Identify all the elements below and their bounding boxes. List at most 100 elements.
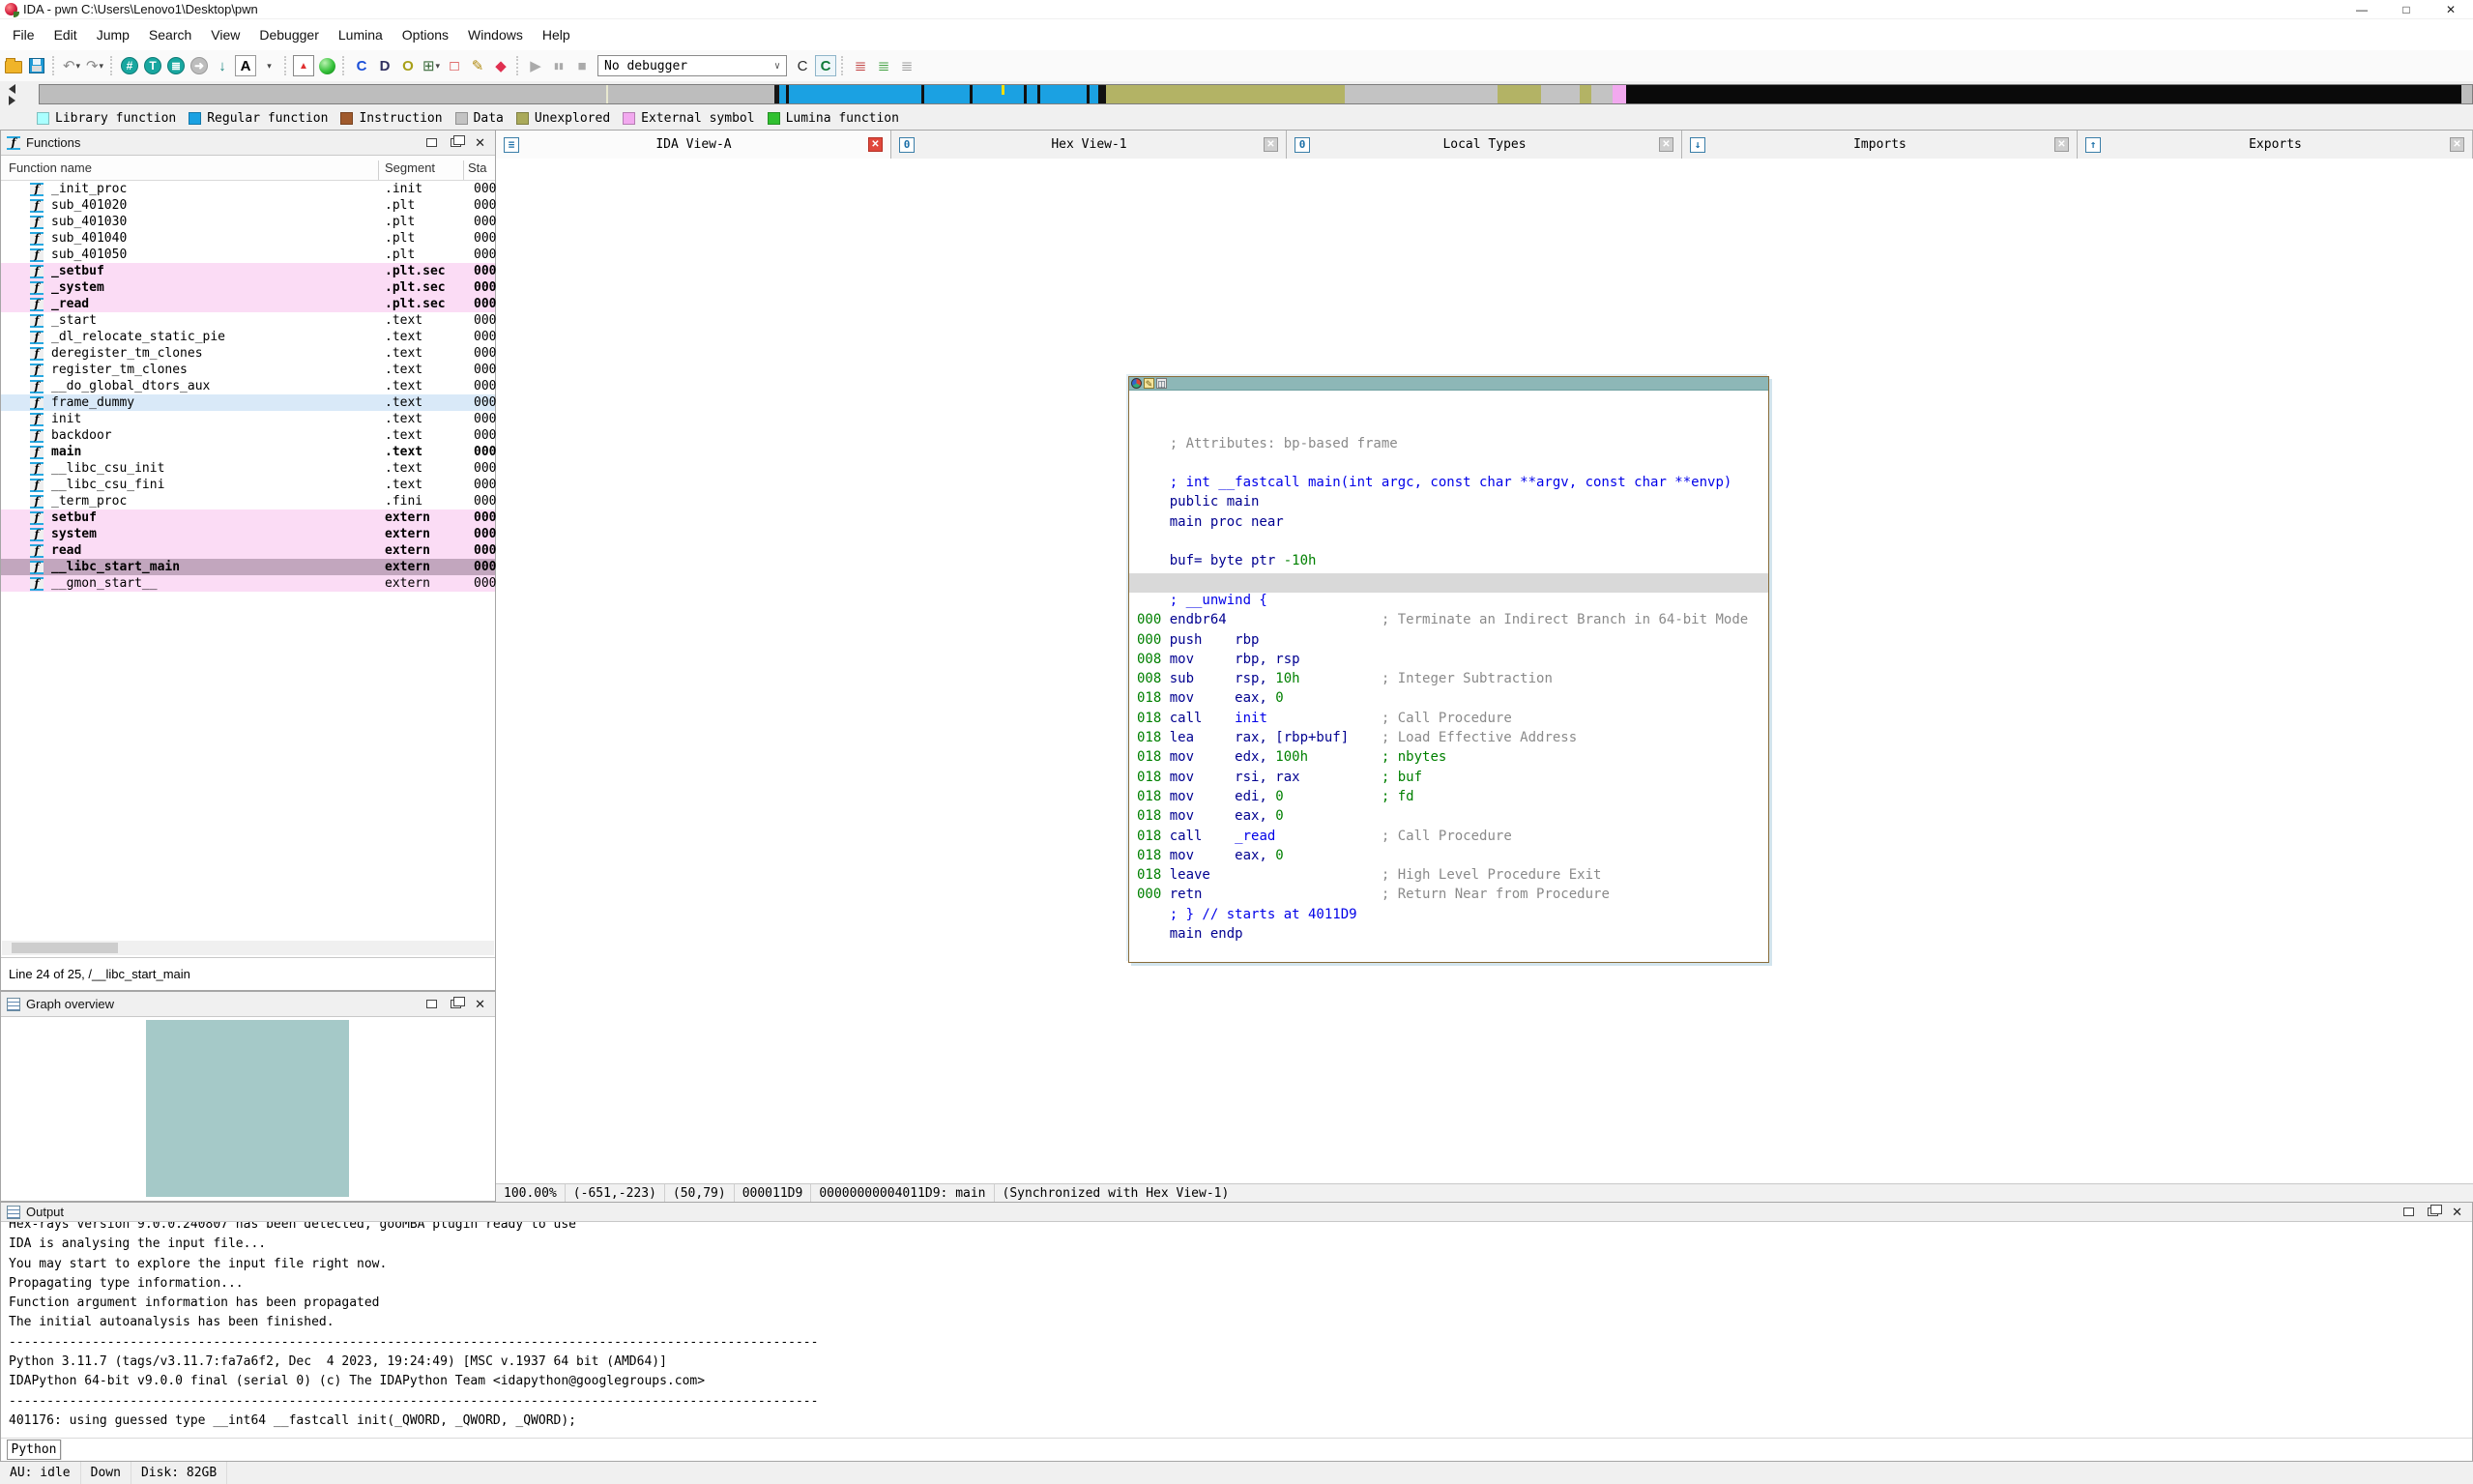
functions-panel-header[interactable]: f Functions ✕ bbox=[1, 131, 495, 156]
menu-item-view[interactable]: View bbox=[201, 21, 249, 48]
rename-button[interactable]: ✎ bbox=[467, 55, 488, 76]
disassembly-line[interactable]: 000 endbr64 ; Terminate an Indirect Bran… bbox=[1137, 612, 1768, 631]
disassembly-listing[interactable]: ; Attributes: bp-based frame ; int __fas… bbox=[1129, 391, 1768, 962]
function-row[interactable]: fsetbufextern000 bbox=[1, 509, 495, 526]
navband-scroll-arrows[interactable] bbox=[6, 83, 21, 106]
disassembly-line[interactable]: 018 call _read ; Call Procedure bbox=[1137, 829, 1768, 848]
tab-close-icon[interactable]: ✕ bbox=[2054, 137, 2069, 152]
color-wheel-icon[interactable] bbox=[1131, 378, 1142, 389]
disassembly-line[interactable]: 000 retn ; Return Near from Procedure bbox=[1137, 887, 1768, 906]
function-row[interactable]: freadextern000 bbox=[1, 542, 495, 559]
scrollbar-thumb[interactable] bbox=[12, 943, 118, 953]
menu-item-windows[interactable]: Windows bbox=[458, 21, 533, 48]
redo-button[interactable]: ↷▾ bbox=[84, 55, 105, 76]
menu-item-file[interactable]: File bbox=[3, 21, 44, 48]
open-file-button[interactable] bbox=[3, 55, 24, 76]
create-function-button[interactable]: C bbox=[351, 55, 372, 76]
menu-item-search[interactable]: Search bbox=[139, 21, 201, 48]
window-list-button-1[interactable]: ≣ bbox=[850, 55, 871, 76]
debugger-stop-button[interactable]: ■ bbox=[571, 55, 593, 76]
function-row[interactable]: f_init_proc.init0000 bbox=[1, 181, 495, 197]
function-row[interactable]: f_system.plt.sec000 bbox=[1, 279, 495, 296]
debugger-pause-button[interactable]: ▮▮ bbox=[548, 55, 569, 76]
disassembly-line[interactable]: ; int __fastcall main(int argc, const ch… bbox=[1137, 475, 1768, 494]
function-row[interactable]: f_start.text0000 bbox=[1, 312, 495, 329]
float-icon[interactable] bbox=[451, 1000, 461, 1008]
disassembly-line[interactable]: 018 call init ; Call Procedure bbox=[1137, 711, 1768, 730]
struct-button[interactable]: O bbox=[397, 55, 419, 76]
graph-overview-viewport[interactable] bbox=[146, 1020, 349, 1197]
function-row[interactable]: f_setbuf.plt.sec000 bbox=[1, 263, 495, 279]
disassembly-line[interactable]: 018 mov eax, 0 bbox=[1137, 808, 1768, 828]
patch-button[interactable]: ◆ bbox=[490, 55, 511, 76]
disassembly-line[interactable] bbox=[1137, 416, 1768, 435]
debugger-start-button[interactable]: ▶ bbox=[525, 55, 546, 76]
functions-column-header[interactable]: Function name Segment Sta bbox=[1, 156, 495, 181]
edit-icon[interactable]: ✎ bbox=[1144, 378, 1154, 389]
disassembly-window-titlebar[interactable]: ✎ ◫ bbox=[1129, 377, 1768, 391]
disassembly-line[interactable]: 018 mov eax, 0 bbox=[1137, 690, 1768, 710]
save-button[interactable] bbox=[26, 55, 47, 76]
tab-python-cli[interactable]: Python bbox=[7, 1440, 61, 1460]
menu-item-edit[interactable]: Edit bbox=[44, 21, 87, 48]
function-row[interactable]: fmain.text000 bbox=[1, 444, 495, 460]
restore-icon[interactable] bbox=[426, 138, 437, 147]
disassembly-line[interactable]: 018 leave ; High Level Procedure Exit bbox=[1137, 867, 1768, 887]
menu-item-help[interactable]: Help bbox=[533, 21, 580, 48]
grid-button[interactable]: ⊞▾ bbox=[421, 55, 442, 76]
lumina-sphere-button[interactable] bbox=[316, 55, 337, 76]
tab-local-types[interactable]: 0Local Types✕ bbox=[1287, 131, 1682, 159]
window-mode-icon[interactable]: ◫ bbox=[1156, 378, 1167, 389]
function-row[interactable]: fregister_tm_clones.text0000 bbox=[1, 362, 495, 378]
disassembly-line[interactable]: 018 mov eax, 0 bbox=[1137, 848, 1768, 867]
restore-icon[interactable] bbox=[2403, 1208, 2414, 1216]
disassembly-line[interactable]: 018 mov edi, 0 ; fd bbox=[1137, 789, 1768, 808]
window-marker-button[interactable]: ▲ bbox=[293, 55, 314, 76]
disassembly-line[interactable] bbox=[1137, 396, 1768, 416]
functions-hscrollbar[interactable] bbox=[2, 941, 494, 955]
undo-button[interactable]: ↶▾ bbox=[61, 55, 82, 76]
disassembly-line[interactable]: public main bbox=[1137, 494, 1768, 513]
debugger-select[interactable]: No debugger ∨ bbox=[597, 55, 787, 76]
menu-item-options[interactable]: Options bbox=[393, 21, 458, 48]
output-panel-header[interactable]: Output ✕ bbox=[1, 1203, 2472, 1222]
tab-imports[interactable]: ↓Imports✕ bbox=[1682, 131, 2078, 159]
function-row[interactable]: f__do_global_dtors_aux.text0000 bbox=[1, 378, 495, 394]
function-row[interactable]: fframe_dummy.text0000 bbox=[1, 394, 495, 411]
disassembly-line[interactable]: 018 mov rsi, rax ; buf bbox=[1137, 770, 1768, 789]
disassembly-line[interactable]: ; } // starts at 4011D9 bbox=[1137, 907, 1768, 926]
function-row[interactable]: finit.text0000 bbox=[1, 411, 495, 427]
text-search-caret[interactable]: ▾ bbox=[258, 55, 279, 76]
minimize-icon[interactable]: ― bbox=[2340, 0, 2384, 19]
disassembly-line[interactable]: 008 mov rbp, rsp bbox=[1137, 652, 1768, 671]
disassembly-line[interactable] bbox=[1137, 534, 1768, 553]
restore-icon[interactable] bbox=[426, 1000, 437, 1008]
disassembly-line[interactable]: 018 lea rax, [rbp+buf] ; Load Effective … bbox=[1137, 730, 1768, 749]
disassembly-line[interactable]: 018 mov edx, 100h ; nbytes bbox=[1137, 749, 1768, 769]
cli-input[interactable] bbox=[61, 1440, 2472, 1460]
function-row[interactable]: f__libc_csu_fini.text0000 bbox=[1, 477, 495, 493]
output-log[interactable]: Hex-rays version 9.0.0.240807 has been d… bbox=[1, 1222, 2472, 1438]
tab-ida-view-a[interactable]: ≡IDA View-A✕ bbox=[496, 131, 891, 159]
function-row[interactable]: fsub_401050.plt0000 bbox=[1, 247, 495, 263]
disassembly-line[interactable] bbox=[1129, 573, 1768, 593]
navband-address-strip[interactable] bbox=[39, 84, 2473, 104]
disassembly-line[interactable]: main endp bbox=[1137, 926, 1768, 946]
window-list-button-3[interactable]: ≣ bbox=[896, 55, 917, 76]
tab-close-icon[interactable]: ✕ bbox=[868, 137, 883, 152]
tab-close-icon[interactable]: ✕ bbox=[2450, 137, 2464, 152]
run-script-button[interactable]: C bbox=[815, 55, 836, 76]
disassembly-line[interactable] bbox=[1137, 455, 1768, 475]
column-segment[interactable]: Segment bbox=[385, 160, 435, 175]
float-icon[interactable] bbox=[2428, 1208, 2438, 1216]
menu-item-jump[interactable]: Jump bbox=[87, 21, 139, 48]
jump-down-button[interactable]: ↓ bbox=[212, 55, 233, 76]
tab-hex-view-1[interactable]: 0Hex View-1✕ bbox=[891, 131, 1287, 159]
function-row[interactable]: fderegister_tm_clones.text0000 bbox=[1, 345, 495, 362]
jump-to-name-button[interactable]: T bbox=[142, 55, 163, 76]
ida-view-canvas[interactable]: ✎ ◫ ; Attributes: bp-based frame ; int _… bbox=[496, 159, 2473, 1183]
close-icon[interactable]: ✕ bbox=[2452, 1208, 2462, 1217]
close-icon[interactable]: ✕ bbox=[2429, 0, 2473, 19]
menu-item-debugger[interactable]: Debugger bbox=[249, 21, 329, 48]
jump-xref-button[interactable]: ➜ bbox=[189, 55, 210, 76]
